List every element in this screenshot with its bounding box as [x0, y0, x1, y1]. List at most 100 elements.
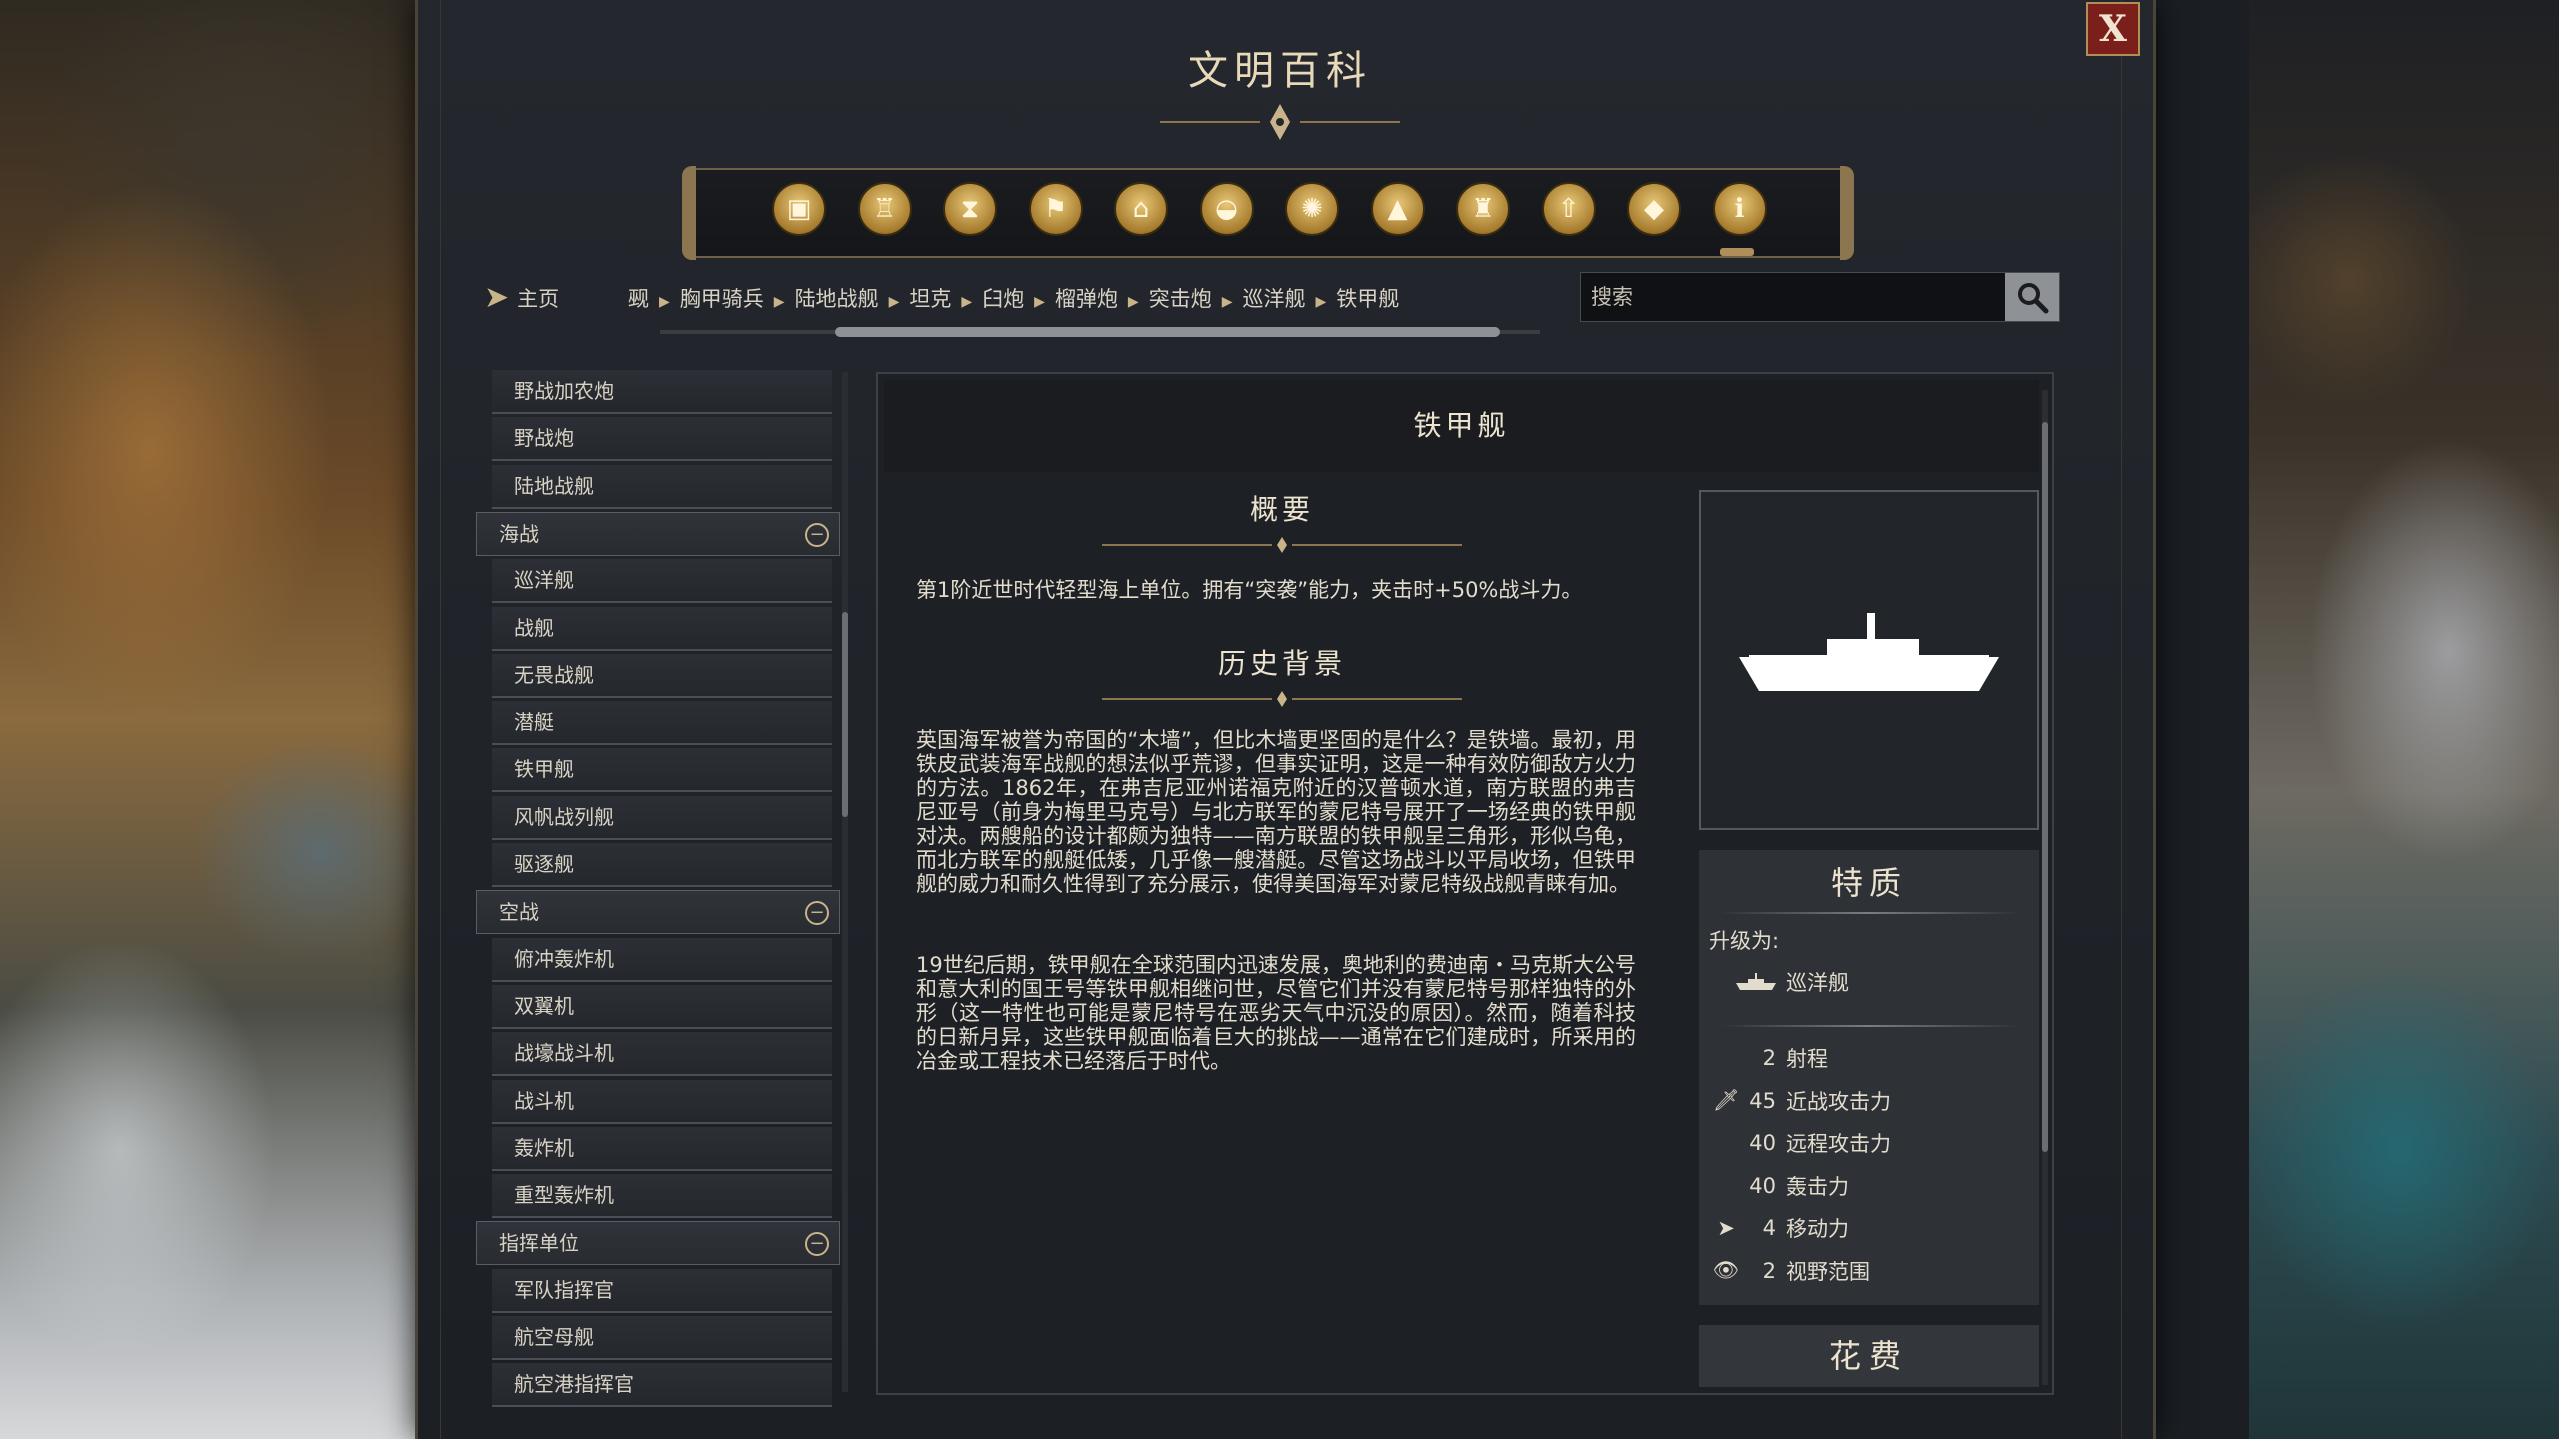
breadcrumb-separator-icon: ▶: [659, 294, 670, 310]
box-icon[interactable]: ▣: [772, 182, 826, 236]
list-category-header[interactable]: 海战 −: [476, 511, 840, 556]
breadcrumb-item[interactable]: 胸甲骑兵: [680, 287, 764, 311]
scroll-thumb[interactable]: [835, 327, 1500, 337]
stat-label: 近战攻击力: [1786, 1089, 1891, 1114]
breadcrumb-item[interactable]: 铁甲舰: [1336, 287, 1399, 311]
stat-label: 远程攻击力: [1786, 1132, 1891, 1156]
list-item-label: 驱逐舰: [514, 852, 574, 876]
flag-icon[interactable]: ⚑: [1028, 182, 1083, 236]
breadcrumb-separator-icon: ▶: [961, 294, 973, 310]
list-item[interactable]: 战壕战斗机: [492, 1032, 832, 1077]
breadcrumb-item[interactable]: 觋: [628, 287, 649, 311]
tower-icon[interactable]: ♜: [1456, 182, 1510, 236]
divider: [1720, 912, 2020, 914]
breadcrumb-item[interactable]: 榴弹炮: [1055, 287, 1118, 311]
collapse-icon[interactable]: −: [805, 522, 829, 547]
home-label: 主页: [517, 286, 560, 311]
breadcrumb-item[interactable]: 臼炮: [982, 287, 1024, 311]
collapse-icon[interactable]: −: [805, 901, 829, 926]
overview-heading: 概要: [1249, 493, 1314, 526]
movement-arrow-icon: ➤: [1717, 1216, 1735, 1240]
section-ornament: [1102, 537, 1462, 553]
list-item[interactable]: 野战加农炮: [492, 370, 832, 414]
list-item-label: 巡洋舰: [514, 568, 574, 593]
home-link[interactable]: ➤ 主页: [484, 280, 559, 315]
search-input[interactable]: [1581, 273, 2001, 321]
breadcrumb-item[interactable]: 坦克: [909, 287, 951, 311]
goblet-icon[interactable]: ♖: [857, 182, 912, 236]
search-box: [1580, 272, 2060, 322]
list-item[interactable]: 野战炮: [492, 417, 832, 462]
breadcrumb-item[interactable]: 突击炮: [1149, 287, 1212, 311]
list-item[interactable]: 轰炸机: [492, 1126, 832, 1171]
list-item-label: 双翼机: [514, 993, 574, 1018]
stat-row: 👁 2 视野范围: [1712, 1256, 1870, 1286]
scroll-thumb[interactable]: [2042, 422, 2048, 1152]
list-category-header[interactable]: 空战 −: [476, 890, 840, 935]
info-icon[interactable]: ℹ: [1712, 182, 1767, 236]
list-item[interactable]: 潜艇: [492, 701, 832, 746]
upgrade-label: 升级为:: [1709, 929, 1780, 953]
list-item-label: 航空港指挥官: [514, 1372, 634, 1397]
article-scrollbar[interactable]: [2042, 390, 2048, 1385]
list-item[interactable]: 风帆战列舰: [492, 795, 832, 840]
list-item-label: 轰炸机: [514, 1135, 574, 1160]
list-item[interactable]: 巡洋舰: [492, 559, 832, 604]
list-item[interactable]: 航空母舰: [492, 1316, 832, 1360]
list-item-label: 指挥单位: [499, 1231, 579, 1256]
list-item-label: 战舰: [514, 615, 554, 640]
list-item-label: 海战: [499, 521, 539, 546]
stat-label: 射程: [1786, 1047, 1828, 1071]
unit-portrait: [1699, 490, 2039, 830]
list-item[interactable]: 重型轰炸机: [492, 1174, 832, 1219]
stat-value: 40: [1749, 1173, 1776, 1198]
list-item[interactable]: 战斗机: [492, 1079, 832, 1124]
breadcrumb-scrollbar[interactable]: [660, 327, 1540, 337]
stat-label: 视野范围: [1786, 1259, 1870, 1284]
divider: [1720, 1025, 2020, 1027]
list-item[interactable]: 军队指挥官: [492, 1268, 832, 1313]
list-item[interactable]: 航空港指挥官: [492, 1363, 832, 1408]
list-item[interactable]: 陆地战舰: [492, 464, 832, 509]
page-title: 文明百科: [1188, 48, 1372, 94]
list-item-label: 陆地战舰: [514, 473, 594, 498]
stat-value: 45: [1749, 1088, 1776, 1113]
stat-row: 40 远程攻击力: [1712, 1128, 1891, 1158]
upgrade-target-link[interactable]: 巡洋舰: [1736, 967, 1849, 997]
scroll-thumb[interactable]: [842, 612, 848, 817]
close-button[interactable]: X: [2086, 2, 2140, 56]
list-item[interactable]: 驱逐舰: [492, 843, 832, 887]
list-item-label: 航空母舰: [514, 1325, 594, 1349]
breadcrumb-separator-icon: ▶: [773, 294, 785, 310]
government-building-icon[interactable]: ⌂: [1114, 182, 1168, 236]
diamond-resource-icon[interactable]: ◆: [1627, 182, 1681, 236]
cost-heading: 花费: [1699, 1325, 2039, 1387]
breadcrumb-item[interactable]: 陆地战舰: [795, 287, 879, 311]
list-item-label: 铁甲舰: [514, 757, 574, 782]
list-item-label: 风帆战列舰: [514, 804, 614, 829]
hourglass-icon[interactable]: ⧗: [943, 182, 997, 236]
search-button[interactable]: [2005, 273, 2059, 321]
list-item[interactable]: 俯冲轰炸机: [492, 937, 832, 982]
upgrade-arrow-icon[interactable]: ⇧: [1541, 182, 1596, 236]
list-item-label: 潜艇: [514, 710, 554, 735]
back-arrow-icon: ➤: [484, 280, 510, 315]
list-item[interactable]: 铁甲舰: [492, 748, 832, 793]
list-item[interactable]: 战舰: [492, 606, 832, 651]
list-item-label: 空战: [499, 900, 539, 925]
list-item[interactable]: 双翼机: [492, 984, 832, 1029]
list-scrollbar[interactable]: [842, 372, 848, 1392]
article-title: 铁甲舰: [884, 380, 2039, 472]
stat-value: 4: [1762, 1216, 1776, 1240]
stat-label: 移动力: [1786, 1217, 1849, 1241]
history-paragraph-2: 19世纪后期，铁甲舰在全球范围内迅速发展，奥地利的费迪南・马克斯大公号和意大利的…: [916, 953, 1636, 1073]
atom-icon[interactable]: ✺: [1285, 182, 1339, 236]
list-item[interactable]: 无畏战舰: [492, 653, 832, 698]
list-item-label: 野战加农炮: [514, 379, 614, 403]
open-book-icon[interactable]: ◒: [1199, 182, 1254, 236]
collapse-icon[interactable]: −: [805, 1232, 829, 1257]
stat-label: 轰击力: [1786, 1174, 1849, 1199]
mountain-icon[interactable]: ▲: [1370, 182, 1425, 236]
list-category-header[interactable]: 指挥单位 −: [476, 1221, 840, 1266]
breadcrumb-item[interactable]: 巡洋舰: [1242, 287, 1305, 311]
